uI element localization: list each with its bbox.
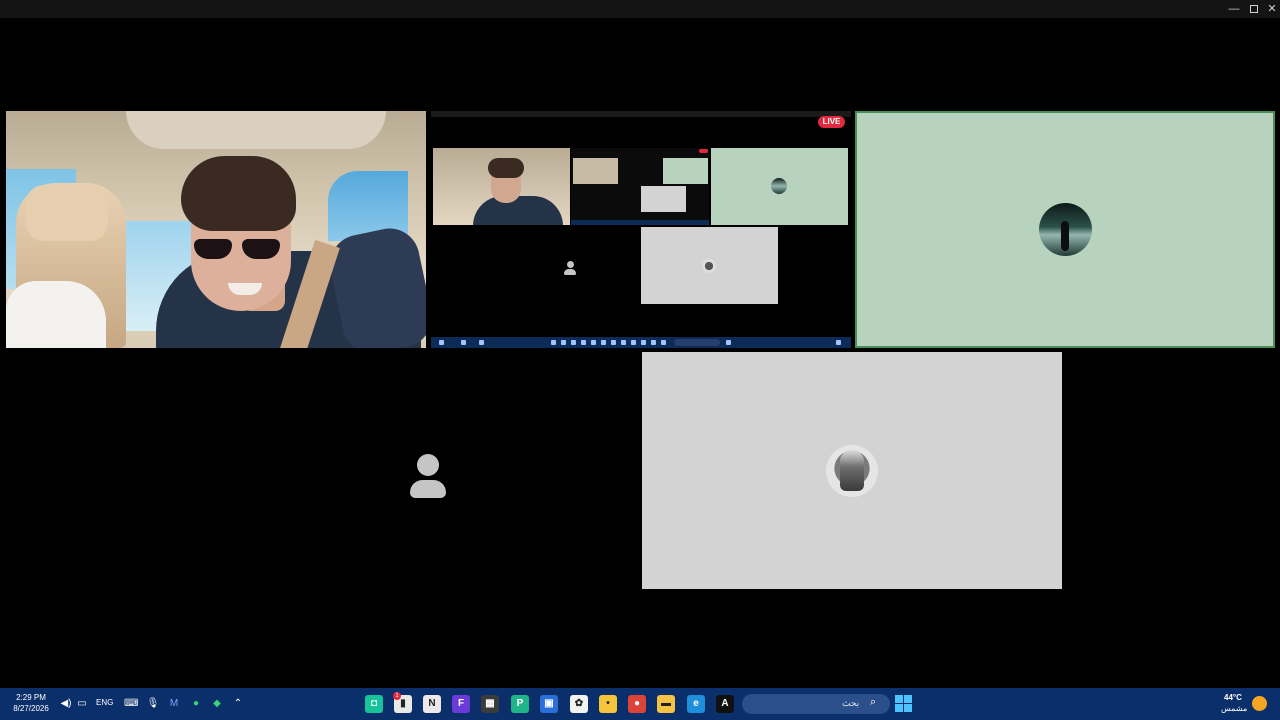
shared-tile-green <box>711 148 848 225</box>
calculator-app-icon[interactable]: ▦ <box>481 695 499 713</box>
clock-date: 8/27/2026 <box>13 704 49 713</box>
shared-taskbar <box>431 337 851 348</box>
window-titlebar: — ✕ <box>0 0 1280 18</box>
search-input[interactable]: بحث ⌕ <box>742 694 890 714</box>
search-icon: ⌕ <box>870 696 877 708</box>
mini-avatar <box>771 178 787 194</box>
participant-tile-active-speaker[interactable] <box>855 111 1275 348</box>
participant-tile-no-video[interactable] <box>218 352 638 589</box>
close-button[interactable]: ✕ <box>1262 1 1280 17</box>
network-icon[interactable]: ▭ <box>75 697 89 711</box>
game-app-icon[interactable]: ✿ <box>570 695 588 713</box>
shared-tile-gray <box>641 227 778 304</box>
taskbar: 2:29 PM 8/27/2026 ◀) ▭ ENG ⌨ 🎙 M ● ◆ ⌃ ◘… <box>0 688 1280 720</box>
flashcards-app-icon[interactable]: F <box>452 695 470 713</box>
weather-temperature[interactable]: 44°C <box>1224 693 1242 702</box>
participant-avatar <box>826 445 878 497</box>
writing-app-icon[interactable]: A <box>716 695 734 713</box>
edge-app-icon[interactable]: e <box>687 695 705 713</box>
volume-icon[interactable]: ◀) <box>59 697 73 711</box>
chrome-app-icon[interactable]: ● <box>628 695 646 713</box>
security-icon[interactable]: ◆ <box>210 697 224 711</box>
chevron-up-icon[interactable]: ⌃ <box>231 697 245 711</box>
mini-avatar <box>702 259 716 273</box>
participant-tile-screen-share[interactable]: LIVE <box>431 111 851 348</box>
notion-app-icon[interactable]: N <box>423 695 441 713</box>
person-icon <box>410 454 446 498</box>
maximize-icon <box>1250 5 1258 14</box>
sun-icon[interactable] <box>1252 696 1267 711</box>
start-button[interactable] <box>895 695 913 713</box>
participant-avatar <box>1039 203 1092 256</box>
minimize-button[interactable]: — <box>1224 1 1244 17</box>
language-indicator[interactable]: ENG <box>96 698 113 707</box>
sunglasses <box>194 239 282 261</box>
search-placeholder: بحث <box>842 698 860 708</box>
keyboard-icon[interactable]: ⌨ <box>124 697 138 711</box>
live-badge: LIVE <box>818 116 845 128</box>
clock-time: 2:29 PM <box>16 693 46 702</box>
shared-tile-camera <box>433 148 570 225</box>
pass-app-icon[interactable]: P <box>511 695 529 713</box>
maximize-button[interactable] <box>1244 1 1264 17</box>
discord-app-icon[interactable]: ◘ <box>365 695 383 713</box>
shared-tile-dark <box>501 227 638 304</box>
participant-tile-camera[interactable] <box>6 111 426 348</box>
clock[interactable]: 2:29 PM 8/27/2026 <box>8 692 54 714</box>
status-dot-icon[interactable]: ● <box>189 697 203 711</box>
chat-app-icon[interactable]: • <box>599 695 617 713</box>
notification-badge: 1 <box>393 692 401 700</box>
store-app-icon[interactable]: ▣ <box>540 695 558 713</box>
shared-tile-nested-share <box>571 148 709 225</box>
meet-icon[interactable]: M <box>167 697 181 711</box>
participant-tile-gray[interactable] <box>642 352 1062 589</box>
explorer-app-icon[interactable]: ▬ <box>657 695 675 713</box>
microphone-icon[interactable]: 🎙 <box>146 697 160 711</box>
person-icon <box>564 261 576 275</box>
weather-condition[interactable]: مشمس <box>1221 704 1247 713</box>
